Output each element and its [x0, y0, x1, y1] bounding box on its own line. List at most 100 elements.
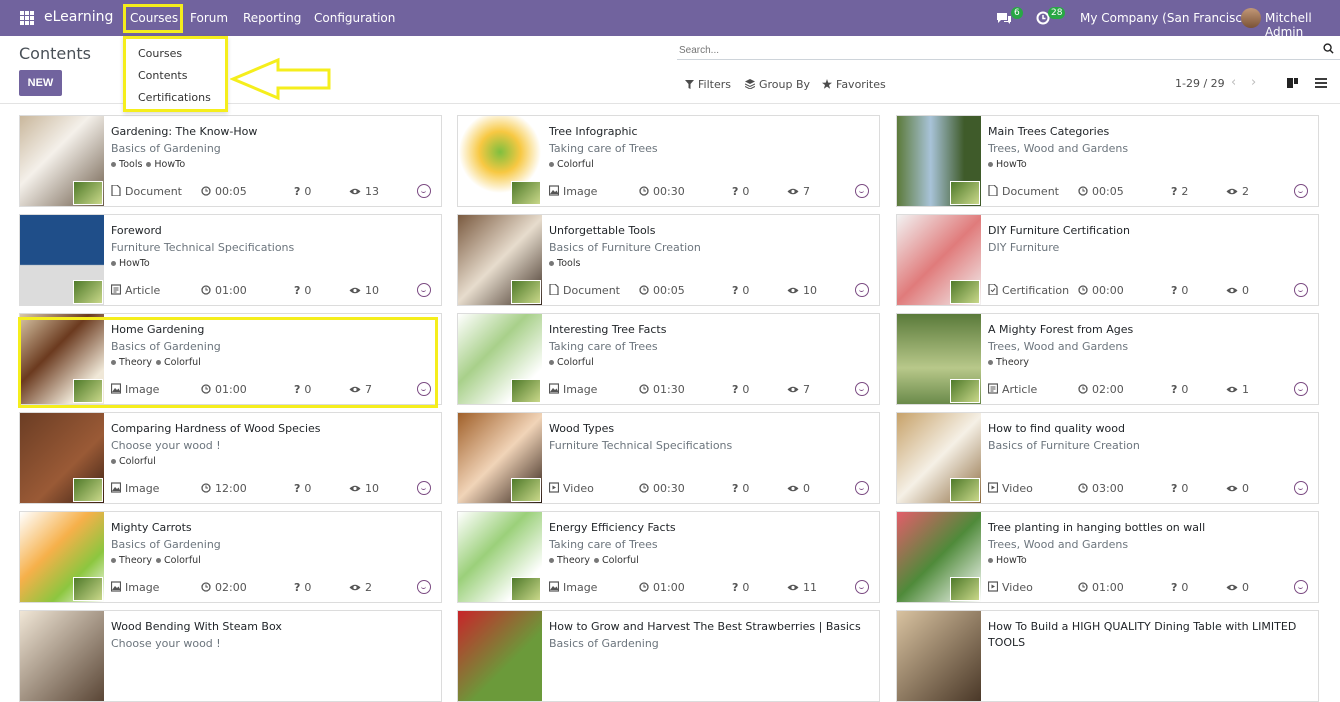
card-duration: 00:30	[639, 482, 685, 495]
activity-smiley-icon[interactable]	[417, 184, 431, 198]
card-course: Furniture Technical Specifications	[111, 241, 295, 254]
filters-button[interactable]: Filters	[685, 78, 731, 91]
card-title[interactable]: Unforgettable Tools	[549, 224, 655, 237]
content-card[interactable]: Mighty Carrots Basics of Gardening Theory C…	[19, 511, 442, 603]
content-card[interactable]: How to find quality wood Basics of Furnit…	[896, 412, 1319, 504]
user-menu[interactable]: Mitchell Admin	[1265, 11, 1340, 39]
list-view-icon[interactable]	[1312, 74, 1330, 92]
card-title[interactable]: Main Trees Categories	[988, 125, 1109, 138]
courses-highlight	[123, 4, 183, 33]
eye-icon	[349, 188, 361, 195]
activity-smiley-icon[interactable]	[417, 580, 431, 594]
content-card[interactable]: Gardening: The Know-How Basics of Gardeni…	[19, 115, 442, 207]
course-thumbnail	[950, 379, 980, 403]
activity-smiley-icon[interactable]	[1294, 382, 1308, 396]
dropdown-item-certifications[interactable]: Certifications	[138, 91, 211, 104]
app-grid-icon[interactable]	[20, 11, 34, 25]
content-card[interactable]: Unforgettable Tools Basics of Furniture C…	[457, 214, 880, 306]
activity-smiley-icon[interactable]	[1294, 481, 1308, 495]
group-by-button[interactable]: Group By	[745, 78, 810, 91]
card-title[interactable]: Energy Efficiency Facts	[549, 521, 676, 534]
content-card[interactable]: Comparing Hardness of Wood Species Choose…	[19, 412, 442, 504]
card-views: 13	[349, 185, 379, 198]
activity-smiley-icon[interactable]	[1294, 184, 1308, 198]
activity-smiley-icon[interactable]	[417, 481, 431, 495]
card-title[interactable]: How to Grow and Harvest The Best Strawbe…	[549, 620, 861, 633]
activity-smiley-icon[interactable]	[855, 184, 869, 198]
card-title[interactable]: Tree Infographic	[549, 125, 638, 138]
menu-reporting[interactable]: Reporting	[243, 11, 301, 25]
activity-smiley-icon[interactable]	[855, 481, 869, 495]
prev-page-icon[interactable]: ‹	[1231, 75, 1236, 90]
menu-forum[interactable]: Forum	[190, 11, 228, 25]
card-title[interactable]: Wood Types	[549, 422, 614, 435]
card-thumbnail	[897, 611, 981, 701]
content-card[interactable]: A Mighty Forest from Ages Trees, Wood and…	[896, 313, 1319, 405]
card-thumbnail	[458, 512, 542, 602]
tag: HowTo	[988, 555, 1027, 566]
card-title[interactable]: Comparing Hardness of Wood Species	[111, 422, 321, 435]
eye-icon	[1226, 584, 1238, 591]
card-course: Basics of Gardening	[549, 637, 659, 650]
card-tags: Tools HowTo	[111, 159, 189, 170]
content-card[interactable]: DIY Furniture Certification DIY Furniture…	[896, 214, 1319, 306]
card-type: Certification	[988, 284, 1069, 297]
card-course: DIY Furniture	[988, 241, 1060, 254]
card-title[interactable]: A Mighty Forest from Ages	[988, 323, 1133, 336]
card-thumbnail	[458, 413, 542, 503]
activity-smiley-icon[interactable]	[1294, 283, 1308, 297]
dropdown-item-contents[interactable]: Contents	[138, 69, 187, 82]
messages-icon[interactable]	[996, 11, 1012, 25]
tag: Colorful	[549, 159, 594, 170]
search-input[interactable]	[677, 42, 1340, 60]
content-card[interactable]: Tree Infographic Taking care of Trees Colo…	[457, 115, 880, 207]
avatar[interactable]	[1241, 8, 1261, 28]
new-button[interactable]: NEW	[19, 70, 62, 96]
card-questions: ? 0	[732, 284, 750, 297]
search-icon[interactable]	[1323, 43, 1334, 54]
dropdown-item-courses[interactable]: Courses	[138, 47, 182, 60]
card-title[interactable]: Wood Bending With Steam Box	[111, 620, 282, 633]
card-title[interactable]: How to find quality wood	[988, 422, 1125, 435]
card-title[interactable]: DIY Furniture Certification	[988, 224, 1130, 237]
pager-value[interactable]: 1-29 / 29	[1175, 77, 1225, 90]
content-card[interactable]: Energy Efficiency Facts Taking care of Tr…	[457, 511, 880, 603]
card-title[interactable]: How To Build a HIGH QUALITY Dining Table…	[988, 620, 1296, 633]
content-card[interactable]: Wood Types Furniture Technical Specificat…	[457, 412, 880, 504]
card-type: Image	[111, 581, 159, 594]
kanban-view-icon[interactable]	[1284, 74, 1302, 92]
card-duration: 00:05	[1078, 185, 1124, 198]
card-course: Taking care of Trees	[549, 538, 658, 551]
activity-smiley-icon[interactable]	[855, 283, 869, 297]
card-type: Image	[549, 185, 597, 198]
question-icon: ?	[294, 482, 301, 495]
tag: HowTo	[111, 258, 150, 269]
card-thumbnail	[20, 611, 104, 701]
card-title[interactable]: Foreword	[111, 224, 162, 237]
content-card[interactable]: Wood Bending With Steam Box Choose your w…	[19, 610, 442, 702]
next-page-icon[interactable]: ›	[1251, 75, 1256, 90]
activity-smiley-icon[interactable]	[1294, 580, 1308, 594]
content-card[interactable]: Tree planting in hanging bottles on wall…	[896, 511, 1319, 603]
activity-smiley-icon[interactable]	[855, 580, 869, 594]
activity-smiley-icon[interactable]	[855, 382, 869, 396]
favorites-button[interactable]: Favorites	[822, 78, 886, 91]
content-card[interactable]: How To Build a HIGH QUALITY Dining Table…	[896, 610, 1319, 702]
activity-smiley-icon[interactable]	[417, 283, 431, 297]
card-title[interactable]: Mighty Carrots	[111, 521, 192, 534]
card-course: Basics of Gardening	[111, 538, 221, 551]
content-card[interactable]: Foreword Furniture Technical Specificatio…	[19, 214, 442, 306]
card-title[interactable]: Interesting Tree Facts	[549, 323, 666, 336]
app-name[interactable]: eLearning	[44, 9, 113, 25]
content-card[interactable]: How to Grow and Harvest The Best Strawbe…	[457, 610, 880, 702]
card-thumbnail	[458, 215, 542, 305]
company-switcher[interactable]: My Company (San Francisco)	[1080, 11, 1254, 25]
menu-configuration[interactable]: Configuration	[314, 11, 395, 25]
card-title-continued[interactable]: TOOLS	[988, 636, 1025, 649]
selected-card-highlight	[18, 317, 438, 408]
card-title[interactable]: Gardening: The Know-How	[111, 125, 257, 138]
content-card[interactable]: Interesting Tree Facts Taking care of Tre…	[457, 313, 880, 405]
card-thumbnail	[20, 116, 104, 206]
card-title[interactable]: Tree planting in hanging bottles on wall	[988, 521, 1205, 534]
content-card[interactable]: Main Trees Categories Trees, Wood and Gar…	[896, 115, 1319, 207]
